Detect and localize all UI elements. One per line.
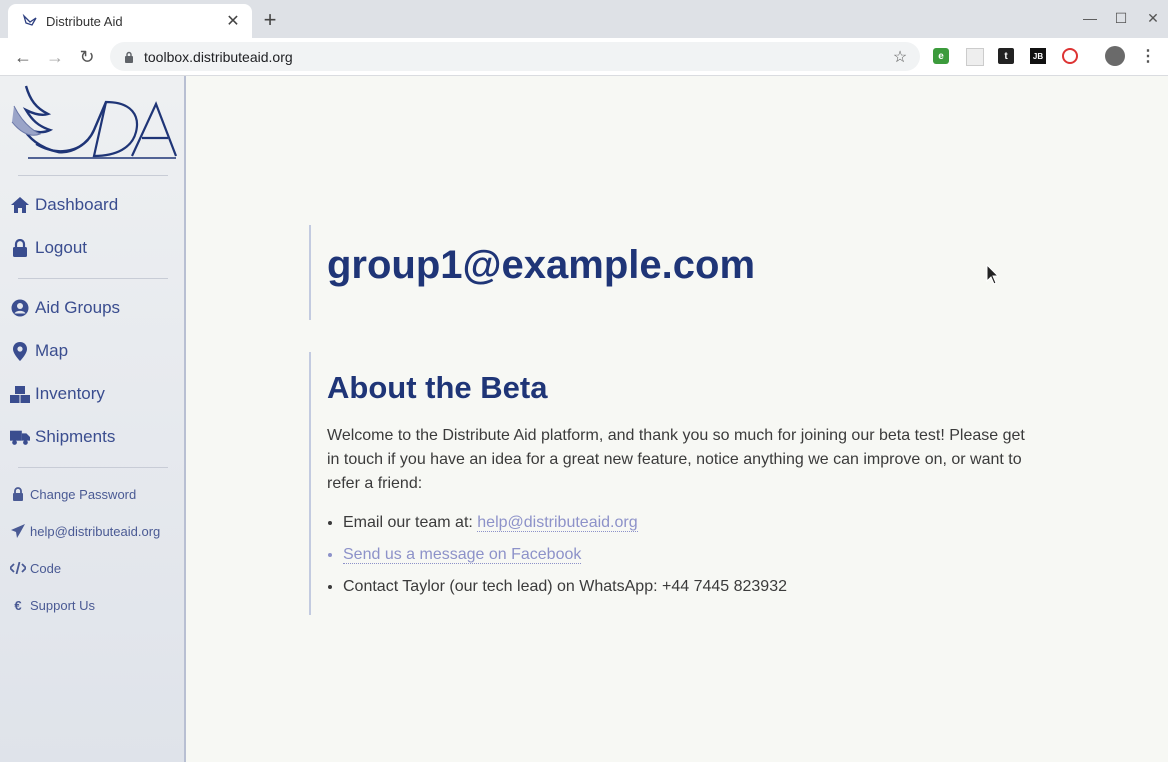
truck-icon: [10, 427, 30, 447]
menu-dots-icon[interactable]: ⋮: [1140, 48, 1156, 65]
home-icon: [10, 195, 30, 215]
blank-extension-icon[interactable]: [966, 48, 984, 66]
lock-icon: [122, 50, 136, 64]
twitter-icon[interactable]: t: [998, 48, 1014, 64]
sidebar-item-code[interactable]: Code: [10, 560, 61, 576]
about-heading: About the Beta: [327, 370, 548, 405]
browser-toolbar: ← → ↻ toolbox.distributeaid.org ☆ e t JB…: [0, 38, 1168, 76]
browser-tab-bar: Distribute Aid ✕ + — ☐ ✕: [0, 0, 1168, 38]
bookmark-star-icon[interactable]: ☆: [888, 45, 912, 69]
sidebar-item-label: Inventory: [35, 384, 105, 403]
sidebar-item-dashboard[interactable]: Dashboard: [10, 195, 118, 215]
sidebar-item-shipments[interactable]: Shipments: [10, 427, 115, 447]
sidebar-item-inventory[interactable]: Inventory: [10, 384, 105, 404]
sidebar-item-aid-groups[interactable]: Aid Groups: [10, 298, 120, 318]
reload-icon[interactable]: ↻: [73, 43, 101, 71]
email-prefix: Email our team at:: [343, 514, 478, 531]
tab-title: Distribute Aid: [46, 13, 123, 29]
sidebar: Dashboard Logout Aid Groups Map Inventor…: [0, 76, 186, 762]
sidebar-item-label: Change Password: [30, 486, 137, 502]
user-section: group1@example.com: [309, 225, 755, 320]
dove-favicon-icon: [22, 13, 38, 29]
evernote-icon[interactable]: e: [933, 48, 949, 64]
lock-icon: [10, 486, 26, 502]
sidebar-item-label: Aid Groups: [35, 298, 121, 317]
close-window-icon[interactable]: ✕: [1141, 6, 1165, 30]
minimize-icon[interactable]: —: [1078, 6, 1102, 30]
help-email-link[interactable]: help@distributeaid.org: [477, 514, 638, 532]
sidebar-divider: [18, 278, 168, 279]
sidebar-item-change-password[interactable]: Change Password: [10, 486, 136, 502]
map-marker-icon: [10, 341, 30, 361]
new-tab-icon[interactable]: +: [258, 8, 282, 32]
whatsapp-contact-text: Contact Taylor (our tech lead) on WhatsA…: [343, 578, 787, 595]
sidebar-item-support-us[interactable]: € Support Us: [10, 597, 95, 613]
paper-plane-icon: [10, 523, 26, 539]
sidebar-item-label: Map: [35, 341, 69, 360]
lastpass-icon[interactable]: [1062, 48, 1078, 64]
sidebar-item-label: Dashboard: [35, 195, 119, 214]
lock-icon: [10, 238, 30, 258]
contact-list: Email our team at: help@distributeaid.or…: [327, 512, 1063, 608]
sidebar-divider: [18, 175, 168, 176]
sidebar-item-logout[interactable]: Logout: [10, 238, 87, 258]
sidebar-item-help-email[interactable]: help@distributeaid.org: [10, 523, 160, 539]
code-icon: [10, 560, 26, 576]
euro-icon: €: [14, 597, 22, 613]
sidebar-item-label: Code: [30, 560, 62, 576]
list-item: Email our team at: help@distributeaid.or…: [343, 512, 1063, 544]
distribute-aid-logo[interactable]: [8, 82, 178, 162]
profile-avatar[interactable]: [1105, 46, 1125, 66]
about-paragraph: Welcome to the Distribute Aid platform, …: [327, 427, 1025, 492]
sidebar-item-label: Support Us: [30, 597, 96, 613]
sidebar-item-map[interactable]: Map: [10, 341, 68, 361]
address-bar[interactable]: toolbox.distributeaid.org ☆: [110, 42, 920, 71]
facebook-link[interactable]: Send us a message on Facebook: [343, 546, 582, 564]
forward-icon[interactable]: →: [41, 43, 69, 71]
mouse-cursor-icon: [986, 264, 1000, 285]
back-icon[interactable]: ←: [9, 43, 37, 71]
sidebar-item-label: Logout: [35, 238, 87, 257]
list-item: Send us a message on Facebook: [343, 544, 1063, 576]
user-email-heading: group1@example.com: [327, 243, 756, 287]
list-item: Contact Taylor (our tech lead) on WhatsA…: [343, 576, 1063, 608]
sidebar-item-label: Shipments: [35, 427, 116, 446]
browser-tab[interactable]: Distribute Aid ✕: [8, 4, 252, 38]
url-text[interactable]: toolbox.distributeaid.org: [144, 49, 888, 65]
close-tab-icon[interactable]: ✕: [222, 10, 244, 32]
boxes-icon: [10, 384, 30, 404]
maximize-icon[interactable]: ☐: [1109, 6, 1133, 30]
sidebar-divider: [18, 467, 168, 468]
sidebar-item-label: help@distributeaid.org: [30, 523, 161, 539]
user-circle-icon: [10, 298, 30, 318]
jetbrains-icon[interactable]: JB: [1030, 48, 1046, 64]
